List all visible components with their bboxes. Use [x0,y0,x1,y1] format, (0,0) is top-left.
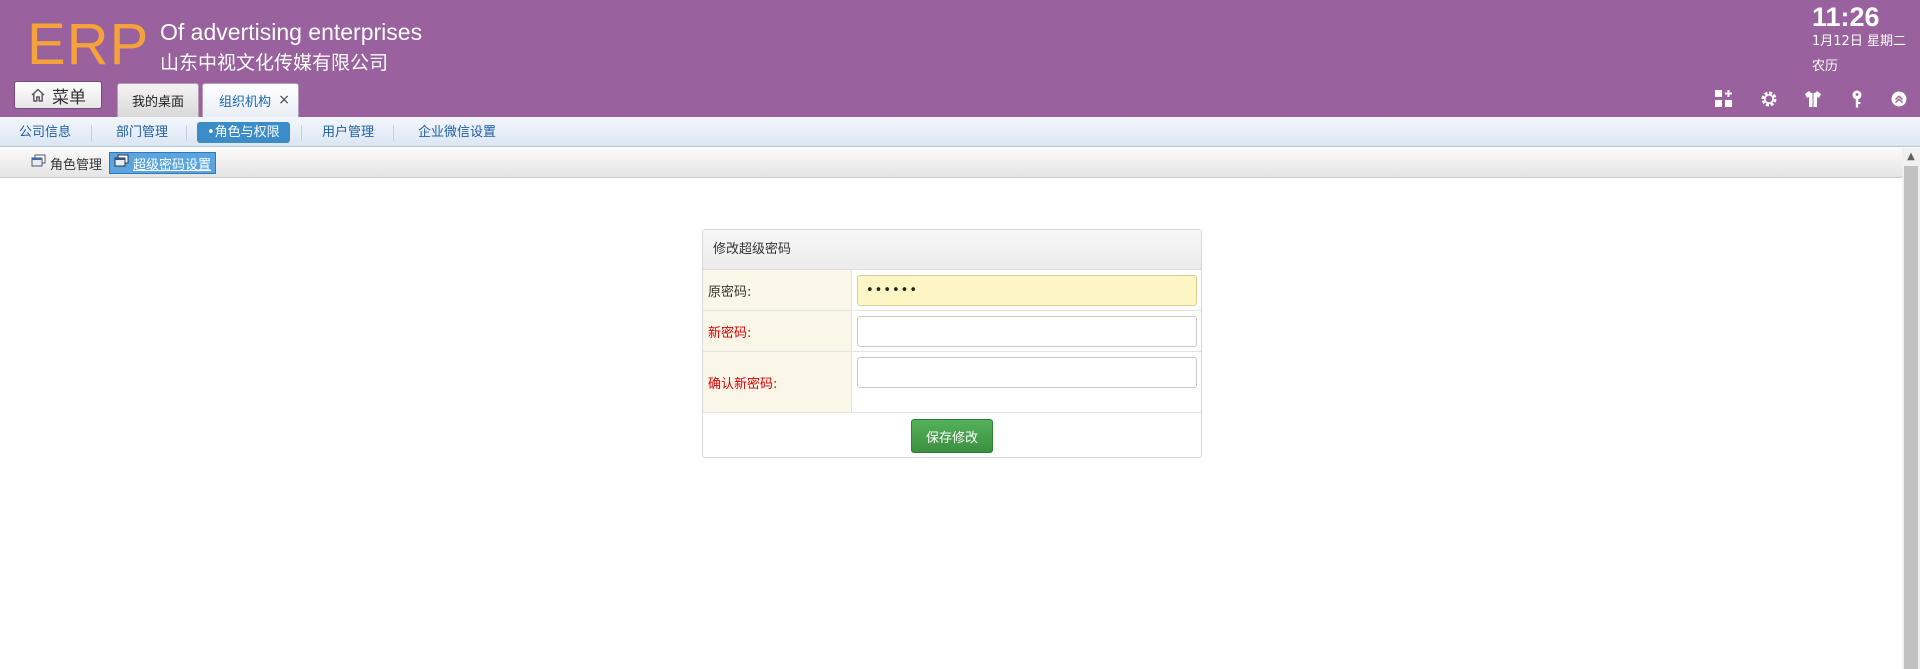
nav-separator [186,125,187,141]
clock-date: 1月12日 星期二 [1812,34,1906,49]
nav-separator [301,125,302,141]
scroll-thumb[interactable] [1904,166,1918,669]
module-nav-bar: 公司信息 部门管理 •角色与权限 用户管理 企业微信设置 [0,117,1920,147]
nav-department-management[interactable]: 部门管理 [116,122,168,143]
old-password-label: 原密码: [703,270,852,310]
window-icon [114,154,129,172]
new-password-input[interactable] [857,316,1197,347]
shirt-icon[interactable] [1802,88,1824,110]
tab-label: 组织机构 [219,95,272,110]
app-header: ERP Of advertising enterprises 山东中视文化传媒有… [0,0,1920,117]
nav-separator [393,125,394,141]
nav-roles-permissions[interactable]: •角色与权限 [197,122,290,143]
main-menu-button[interactable]: 菜单 [14,81,102,109]
key-icon[interactable] [1846,88,1868,110]
panel-title: 修改超级密码 [703,230,1201,270]
sub-tab-bar: 角色管理 超级密码设置 [0,148,1902,178]
clock-time: 11:26 [1812,2,1880,32]
main-menu-label: 菜单 [52,87,86,108]
subtab-label: 超级密码设置 [133,157,212,173]
company-name-cn: 山东中视文化传媒有限公司 [160,52,389,74]
tab-label: 我的桌面 [131,95,184,110]
clock-lunar: 农历 [1812,59,1839,74]
nav-separator [91,125,92,141]
grid-plus-icon[interactable] [1713,88,1735,110]
erp-logo: ERP [27,12,150,77]
form-row-new-password: 新密码: [703,311,1201,352]
confirm-password-input[interactable] [857,357,1197,388]
gear-icon[interactable] [1758,88,1780,110]
form-row-confirm-password: 确认新密码: [703,352,1201,413]
scroll-up-arrow-icon[interactable]: ▲ [1902,148,1920,164]
nav-wechat-settings[interactable]: 企业微信设置 [418,122,496,143]
tab-organization[interactable]: 组织机构 × [202,83,299,117]
subtab-role-management[interactable]: 角色管理 [27,152,106,174]
change-super-password-panel: 修改超级密码 原密码: 新密码: 确认新密码: 保存修改 [702,229,1202,458]
tab-my-desktop[interactable]: 我的桌面 [117,83,199,117]
save-changes-button[interactable]: 保存修改 [911,419,993,453]
old-password-input[interactable] [857,275,1197,306]
confirm-password-label: 确认新密码: [703,352,852,412]
company-name-en: Of advertising enterprises [160,19,423,45]
subtab-label: 角色管理 [50,157,103,173]
new-password-label: 新密码: [703,311,852,351]
subtab-super-password[interactable]: 超级密码设置 [109,152,217,174]
window-icon [31,154,46,172]
vertical-scrollbar[interactable]: ▲ [1902,148,1920,669]
nav-company-info[interactable]: 公司信息 [19,122,71,143]
home-icon [30,87,46,103]
nav-user-management[interactable]: 用户管理 [322,122,374,143]
close-icon[interactable]: × [278,93,290,107]
form-row-old-password: 原密码: [703,270,1201,311]
collapse-up-icon[interactable] [1888,88,1910,110]
